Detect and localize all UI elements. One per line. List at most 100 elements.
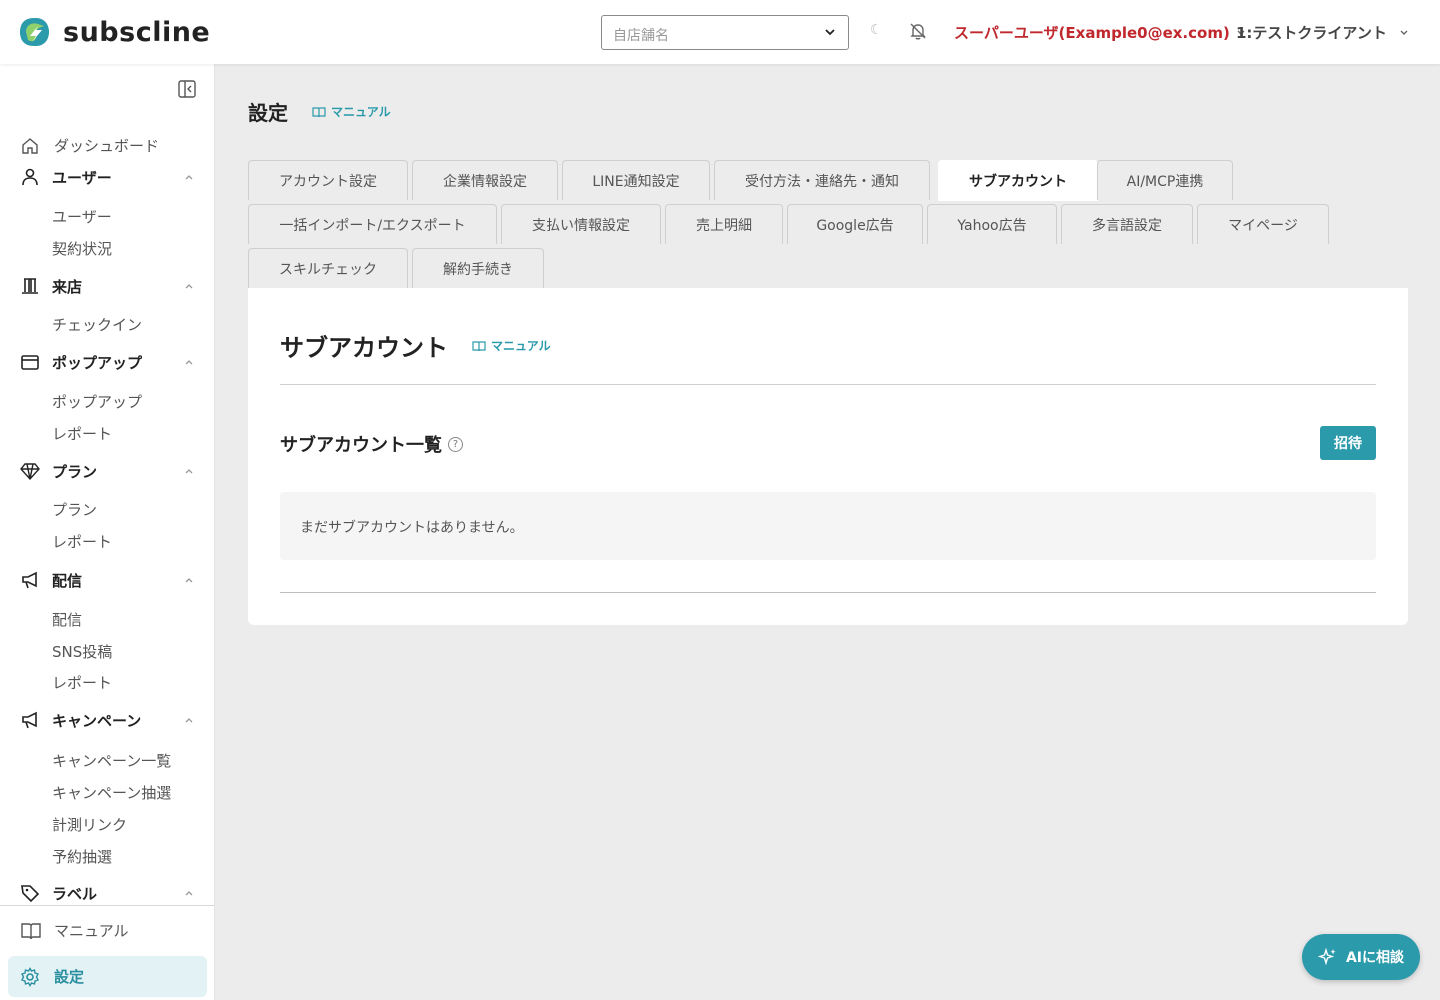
- sidebar-item-label: 設定: [54, 968, 85, 986]
- sidebar-item-label: ダッシュボード: [54, 137, 160, 155]
- sidebar-section-label: ユーザー: [52, 168, 112, 187]
- chevron-down-icon: [825, 29, 835, 36]
- bell-off-icon[interactable]: [908, 21, 928, 41]
- sidebar-section-label-tags[interactable]: ラベル: [20, 881, 195, 905]
- sidebar-section-popup[interactable]: ポップアップ: [20, 350, 195, 374]
- tab-bulk-import-export[interactable]: 一括インポート/エクスポート: [248, 204, 497, 244]
- tab-multilingual[interactable]: 多言語設定: [1061, 204, 1193, 244]
- sidebar-item-tracking-link[interactable]: 計測リンク: [52, 814, 127, 835]
- megaphone-icon: [22, 571, 37, 589]
- sidebar-item-dashboard[interactable]: ダッシュボード: [20, 135, 159, 156]
- sidebar-section-delivery[interactable]: 配信: [20, 568, 195, 592]
- sidebar-collapse-icon[interactable]: [178, 80, 196, 98]
- empty-state: まだサブアカウントはありません。: [280, 492, 1376, 560]
- app-header: subscline 自店舗名 ☾ スーパーユーザ(Example0@ex.com…: [0, 0, 1440, 64]
- sidebar-section-user[interactable]: ユーザー: [20, 165, 195, 189]
- manual-link-label: マニュアル: [331, 105, 391, 119]
- gear-icon: [21, 966, 39, 987]
- empty-state-message: まだサブアカウントはありません。: [300, 520, 524, 536]
- section-title: サブアカウント一覧 ?: [280, 431, 463, 457]
- divider: [280, 592, 1376, 593]
- megaphone-icon: [22, 711, 37, 729]
- divider: [280, 384, 1376, 385]
- sidebar-section-label: キャンペーン: [52, 711, 142, 730]
- tab-cancellation[interactable]: 解約手続き: [412, 248, 544, 288]
- book-icon: [312, 106, 326, 117]
- sidebar-item-label: マニュアル: [54, 922, 129, 940]
- sidebar-section-label: プラン: [52, 462, 98, 481]
- sidebar-item-campaign-list[interactable]: キャンペーン一覧: [52, 750, 171, 771]
- chevron-up-icon: [185, 284, 193, 289]
- sidebar-section-label: ラベル: [52, 884, 98, 903]
- sidebar-item-reservation-lottery[interactable]: 予約抽選: [52, 846, 112, 867]
- chevron-up-icon: [185, 469, 193, 474]
- tab-account-settings[interactable]: アカウント設定: [248, 160, 408, 200]
- ai-consult-label: AIに相談: [1345, 950, 1405, 966]
- sidebar: ダッシュボード ユーザー ユーザー 契約状況 来店 チェックイン ポップアップ …: [0, 64, 215, 1000]
- sidebar-section-visit[interactable]: 来店: [20, 274, 195, 298]
- sidebar-item-plan[interactable]: プラン: [52, 499, 97, 520]
- logo[interactable]: subscline: [16, 16, 210, 48]
- sidebar-item-sns-post[interactable]: SNS投稿: [52, 641, 112, 662]
- tab-payment-info[interactable]: 支払い情報設定: [501, 204, 661, 244]
- sidebar-item-manual[interactable]: マニュアル: [20, 920, 129, 941]
- page-manual-link[interactable]: マニュアル: [312, 103, 391, 120]
- tab-mypage[interactable]: マイページ: [1197, 204, 1329, 244]
- help-icon[interactable]: ?: [448, 436, 463, 452]
- tab-company-info[interactable]: 企業情報設定: [412, 160, 558, 200]
- sidebar-section-label: 配信: [52, 571, 83, 590]
- client-menu[interactable]: 1:テストクライアント: [1236, 22, 1409, 43]
- sidebar-section-label: ポップアップ: [52, 353, 143, 372]
- section-title-text: サブアカウント一覧: [280, 435, 442, 456]
- card-manual-link[interactable]: マニュアル: [472, 337, 551, 354]
- tab-yahoo-ads[interactable]: Yahoo広告: [927, 204, 1057, 244]
- sidebar-item-popup-report[interactable]: レポート: [52, 423, 112, 444]
- chevron-up-icon: [185, 718, 193, 723]
- tab-sub-account[interactable]: サブアカウント: [938, 160, 1098, 201]
- tab-reception-contact[interactable]: 受付方法・連絡先・通知: [714, 160, 930, 200]
- sidebar-section-label: 来店: [52, 277, 83, 296]
- user-icon: [22, 168, 38, 186]
- building-icon: [22, 278, 38, 294]
- chevron-up-icon: [185, 891, 193, 896]
- book-icon: [472, 340, 486, 351]
- tab-skill-check[interactable]: スキルチェック: [248, 248, 408, 288]
- sidebar-item-settings[interactable]: 設定: [8, 956, 207, 997]
- sidebar-item-users[interactable]: ユーザー: [52, 206, 112, 227]
- sidebar-section-campaign[interactable]: キャンペーン: [20, 708, 195, 732]
- store-select[interactable]: 自店舗名: [601, 15, 849, 50]
- user-menu[interactable]: スーパーユーザ(Example0@ex.com): [954, 22, 1246, 43]
- chevron-down-icon: [1400, 30, 1408, 35]
- sidebar-section-plan[interactable]: プラン: [20, 459, 195, 483]
- client-menu-label: 1:テストクライアント: [1236, 24, 1387, 42]
- sidebar-item-plan-report[interactable]: レポート: [52, 531, 112, 552]
- sidebar-item-campaign-lottery[interactable]: キャンペーン抽選: [52, 782, 171, 803]
- sidebar-footer: マニュアル 設定: [0, 905, 214, 1000]
- window-icon: [21, 355, 39, 370]
- user-menu-label: スーパーユーザ(Example0@ex.com): [954, 24, 1230, 42]
- tab-sales-details[interactable]: 売上明細: [665, 204, 783, 244]
- home-icon: [22, 137, 38, 154]
- logo-mark-icon: [20, 18, 49, 46]
- sparkle-icon: [1317, 947, 1336, 966]
- moon-icon[interactable]: ☾: [870, 22, 883, 38]
- manual-link-label: マニュアル: [491, 339, 551, 353]
- sidebar-item-delivery[interactable]: 配信: [52, 609, 82, 630]
- logo-text: subscline: [63, 16, 211, 48]
- tab-ai-mcp[interactable]: AI/MCP連携: [1097, 160, 1233, 200]
- chevron-up-icon: [185, 578, 193, 583]
- sidebar-item-delivery-report[interactable]: レポート: [52, 672, 112, 693]
- tab-line-notification[interactable]: LINE通知設定: [562, 160, 710, 200]
- ai-consult-button[interactable]: AIに相談: [1302, 934, 1420, 980]
- page-title: 設定: [248, 101, 288, 125]
- sidebar-item-checkin[interactable]: チェックイン: [52, 314, 142, 335]
- store-select-placeholder: 自店舗名: [613, 28, 669, 44]
- card-title: サブアカウント: [280, 334, 448, 362]
- sidebar-item-contracts[interactable]: 契約状況: [52, 238, 112, 259]
- sidebar-item-popup[interactable]: ポップアップ: [52, 391, 142, 412]
- book-icon: [21, 922, 41, 939]
- tab-google-ads[interactable]: Google広告: [787, 204, 923, 244]
- invite-button[interactable]: 招待: [1320, 426, 1376, 460]
- diamond-icon: [20, 463, 40, 481]
- chevron-up-icon: [185, 360, 193, 365]
